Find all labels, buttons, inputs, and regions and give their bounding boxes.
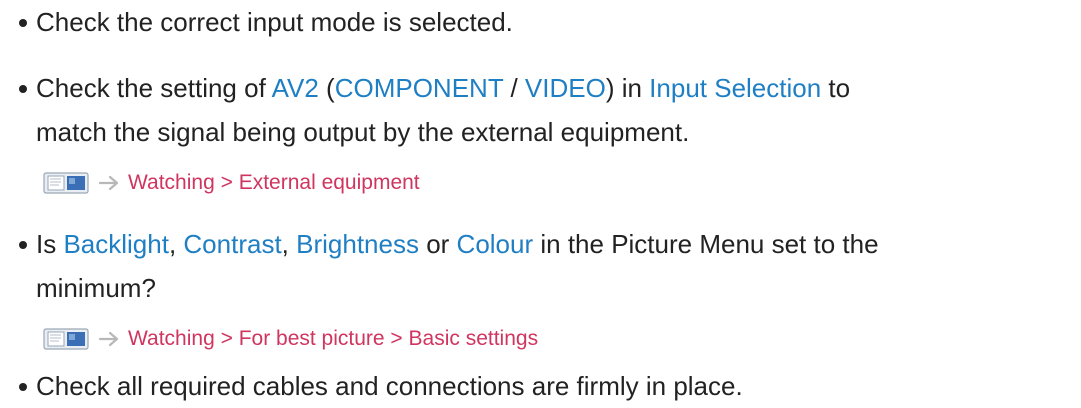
text-segment: Is <box>36 229 64 259</box>
bullet-text: minimum? <box>36 273 156 303</box>
text-segment: Check the correct input mode is selected… <box>36 7 513 37</box>
link-colour[interactable]: Colour <box>457 229 534 259</box>
link-backlight[interactable]: Backlight <box>63 229 169 259</box>
bullet-text: Check the correct input mode is selected… <box>36 2 513 42</box>
reference-link[interactable]: Watching > For best picture > Basic sett… <box>42 325 538 353</box>
link-component[interactable]: COMPONENT <box>335 73 504 103</box>
text-segment: in the Picture Menu set to the <box>533 229 879 259</box>
reference-path: Watching > External equipment <box>128 171 420 194</box>
text-segment: or <box>418 229 457 259</box>
arrow-right-icon <box>98 329 122 349</box>
arrow-right-icon <box>98 173 122 193</box>
text-segment: ) in <box>605 73 650 103</box>
text-segment: Check the setting of <box>36 73 272 103</box>
reference-path: Watching > For best picture > Basic sett… <box>128 327 539 350</box>
text-segment: / <box>503 73 525 103</box>
link-brightness[interactable]: Brightness <box>296 229 419 259</box>
link-video[interactable]: VIDEO <box>525 73 606 103</box>
link-contrast[interactable]: Contrast <box>183 229 281 259</box>
text-segment: , <box>281 229 297 259</box>
bullet-text: Is Backlight, Contrast, Brightness or Co… <box>36 224 879 264</box>
reference-link[interactable]: Watching > External equipment <box>42 169 420 197</box>
bullet-text: Check the setting of AV2 (COMPONENT / VI… <box>36 68 850 108</box>
bullet-text: match the signal being output by the ext… <box>36 117 690 147</box>
link-input-selection[interactable]: Input Selection <box>649 73 821 103</box>
text-segment: ( <box>318 73 335 103</box>
bullet-text: Check all required cables and connection… <box>36 366 743 406</box>
text-segment: Check all required cables and connection… <box>36 371 743 401</box>
link-av2[interactable]: AV2 <box>272 73 319 103</box>
text-segment: to <box>821 73 851 103</box>
ebook-icon <box>42 326 92 352</box>
ebook-icon <box>42 170 92 196</box>
text-segment: , <box>168 229 184 259</box>
